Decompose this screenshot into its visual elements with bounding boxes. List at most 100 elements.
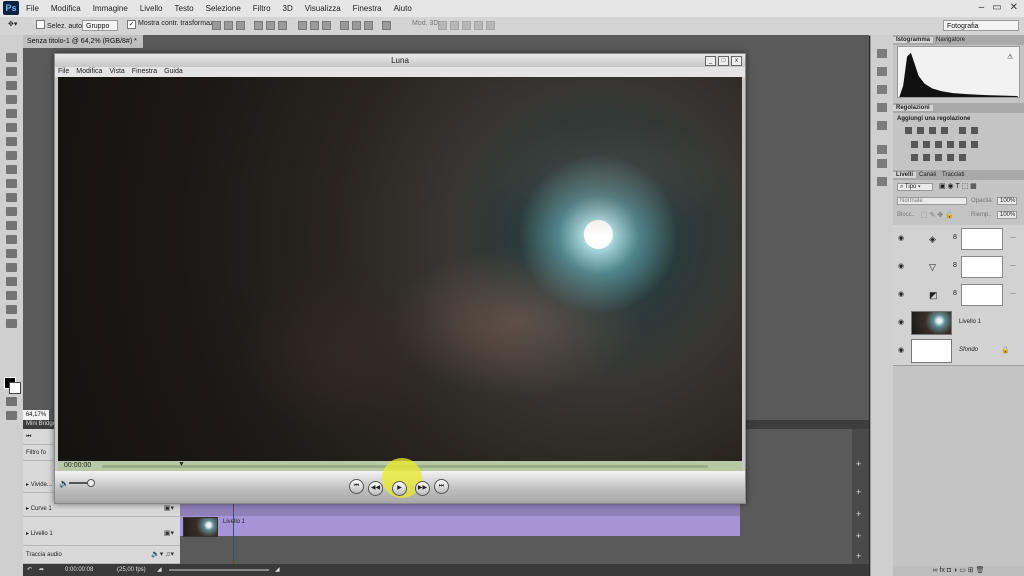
blur-tool-icon[interactable]	[6, 221, 17, 230]
type-tool-icon[interactable]	[6, 263, 17, 272]
slide-3d-icon[interactable]	[474, 21, 483, 30]
audio-track-options-icon[interactable]: 🔈▾ ♫▾	[151, 546, 174, 564]
dodge-tool-icon[interactable]	[6, 235, 17, 244]
luna-menu-modifica[interactable]: Modifica	[76, 67, 102, 77]
scrub-head-icon[interactable]: ▼	[178, 461, 185, 468]
track-row[interactable]: ▸ Livello 1 ▣▾	[23, 522, 180, 546]
color-balance-icon[interactable]	[923, 141, 930, 148]
add-media-icon[interactable]: +	[856, 531, 861, 541]
menu-livello[interactable]: Livello	[140, 4, 163, 13]
menu-file[interactable]: File	[26, 4, 39, 13]
hue-saturation-icon[interactable]	[911, 141, 918, 148]
eyedropper-tool-icon[interactable]	[6, 123, 17, 132]
fill-input[interactable]: 100%	[997, 211, 1017, 219]
align-left-icon[interactable]	[254, 21, 263, 30]
exposure-icon[interactable]	[941, 127, 948, 134]
history-icon[interactable]	[877, 49, 887, 58]
align-vcenter-icon[interactable]	[224, 21, 233, 30]
marquee-tool-icon[interactable]	[6, 67, 17, 76]
actions-play-icon[interactable]	[877, 67, 887, 76]
new-adjustment-icon[interactable]: ◑	[953, 567, 957, 574]
info-icon[interactable]	[877, 103, 887, 112]
luna-menu-vista[interactable]: Vista	[109, 67, 124, 77]
align-bottom-icon[interactable]	[236, 21, 245, 30]
threshold-icon[interactable]	[935, 154, 942, 161]
layer-mask-thumbnail[interactable]	[961, 228, 1003, 250]
channel-mixer-icon[interactable]	[959, 141, 966, 148]
add-mask-icon[interactable]: ◘	[947, 567, 951, 574]
screen-mode-icon[interactable]	[6, 411, 17, 420]
paragraph-icon[interactable]	[877, 159, 887, 168]
menu-3d[interactable]: 3D	[283, 4, 293, 13]
background-color-swatch[interactable]	[9, 382, 21, 394]
menu-immagine[interactable]: Immagine	[93, 4, 128, 13]
new-layer-icon[interactable]: ⊞	[968, 567, 974, 574]
tab-livelli[interactable]: Livelli	[893, 172, 917, 178]
fx-icon[interactable]: fx	[939, 567, 944, 574]
distribute-hcenter-icon[interactable]	[352, 21, 361, 30]
zoom-in-icon[interactable]: ◢	[275, 564, 280, 576]
layer-filter-icons[interactable]: ▣ ◉ T ⬚ ▦	[939, 182, 977, 190]
posterize-icon[interactable]	[923, 154, 930, 161]
eraser-tool-icon[interactable]	[6, 193, 17, 202]
video-layer-thumbnail[interactable]	[911, 311, 952, 335]
close-button[interactable]: ✕	[1010, 2, 1018, 13]
luna-menu-file[interactable]: File	[58, 67, 69, 77]
scale-3d-icon[interactable]	[486, 21, 495, 30]
skip-end-button[interactable]: ⏭	[434, 479, 449, 494]
eye-icon[interactable]: ◉	[898, 262, 904, 270]
add-media-icon[interactable]: +	[856, 509, 861, 519]
blend-mode-dropdown[interactable]: Normale	[897, 197, 967, 205]
path-select-tool-icon[interactable]	[6, 277, 17, 286]
fast-forward-button[interactable]: ▶▶	[415, 481, 430, 496]
layer-row[interactable]: ◉ ▽ 8 ...	[893, 253, 1024, 282]
auto-align-icon[interactable]	[382, 21, 391, 30]
luna-maximize-button[interactable]: □	[718, 56, 729, 66]
tab-canali[interactable]: Canali	[916, 172, 939, 178]
quick-select-tool-icon[interactable]	[6, 95, 17, 104]
lock-icons[interactable]: ⬚ ✎ ✥ 🔒	[921, 211, 954, 219]
maximize-button[interactable]: ▭	[992, 2, 1001, 13]
rewind-button[interactable]: ◀◀	[368, 481, 383, 496]
skip-start-button[interactable]: ⏮	[349, 479, 364, 494]
zoom-out-icon[interactable]: ◢	[157, 564, 162, 576]
pan-3d-icon[interactable]	[462, 21, 471, 30]
background-layer-thumbnail[interactable]	[911, 339, 952, 363]
pen-tool-icon[interactable]	[6, 249, 17, 258]
layer-row[interactable]: ◉ Livello 1	[893, 309, 1024, 338]
menu-selezione[interactable]: Selezione	[206, 4, 241, 13]
chain-link-icon[interactable]: 8	[953, 290, 957, 297]
gradient-map-icon[interactable]	[971, 127, 978, 134]
go-first-frame-icon[interactable]: ⏮	[26, 434, 31, 440]
eye-icon[interactable]: ◉	[898, 290, 904, 298]
luna-menu-guida[interactable]: Guida	[164, 67, 183, 77]
brush-presets-icon[interactable]	[877, 121, 887, 130]
add-media-icon[interactable]: +	[856, 487, 861, 497]
lasso-tool-icon[interactable]	[6, 81, 17, 90]
shape-tool-icon[interactable]	[6, 291, 17, 300]
quick-mask-icon[interactable]	[6, 397, 17, 406]
tab-istogramma[interactable]: Istogramma	[893, 37, 934, 43]
volume-icon[interactable]: 🔈	[59, 479, 69, 488]
distribute-left-icon[interactable]	[340, 21, 349, 30]
auto-select-dropdown[interactable]: Gruppo	[82, 20, 118, 31]
distribute-top-icon[interactable]	[298, 21, 307, 30]
eye-icon[interactable]: ◉	[898, 234, 904, 242]
menu-finestra[interactable]: Finestra	[353, 4, 382, 13]
opacity-input[interactable]: 100%	[997, 197, 1017, 205]
luna-close-button[interactable]: x	[731, 56, 742, 66]
gradient-icon[interactable]	[947, 154, 954, 161]
black-white-icon[interactable]	[935, 141, 942, 148]
move-tool-icon[interactable]	[6, 53, 17, 62]
auto-select-checkbox[interactable]: Selez. auto:	[36, 20, 84, 30]
transform-controls-checkbox[interactable]: ✓ Mostra contr. trasformaz.	[127, 20, 215, 29]
chain-link-icon[interactable]: 8	[953, 234, 957, 241]
brightness-icon[interactable]	[905, 127, 912, 134]
align-hcenter-icon[interactable]	[266, 21, 275, 30]
layer-mask-thumbnail[interactable]	[961, 284, 1003, 306]
crop-tool-icon[interactable]	[6, 109, 17, 118]
stamp-tool-icon[interactable]	[6, 165, 17, 174]
character-icon[interactable]	[877, 145, 887, 154]
link-layers-icon[interactable]: ∞	[932, 567, 937, 574]
volume-knob[interactable]	[87, 479, 95, 487]
